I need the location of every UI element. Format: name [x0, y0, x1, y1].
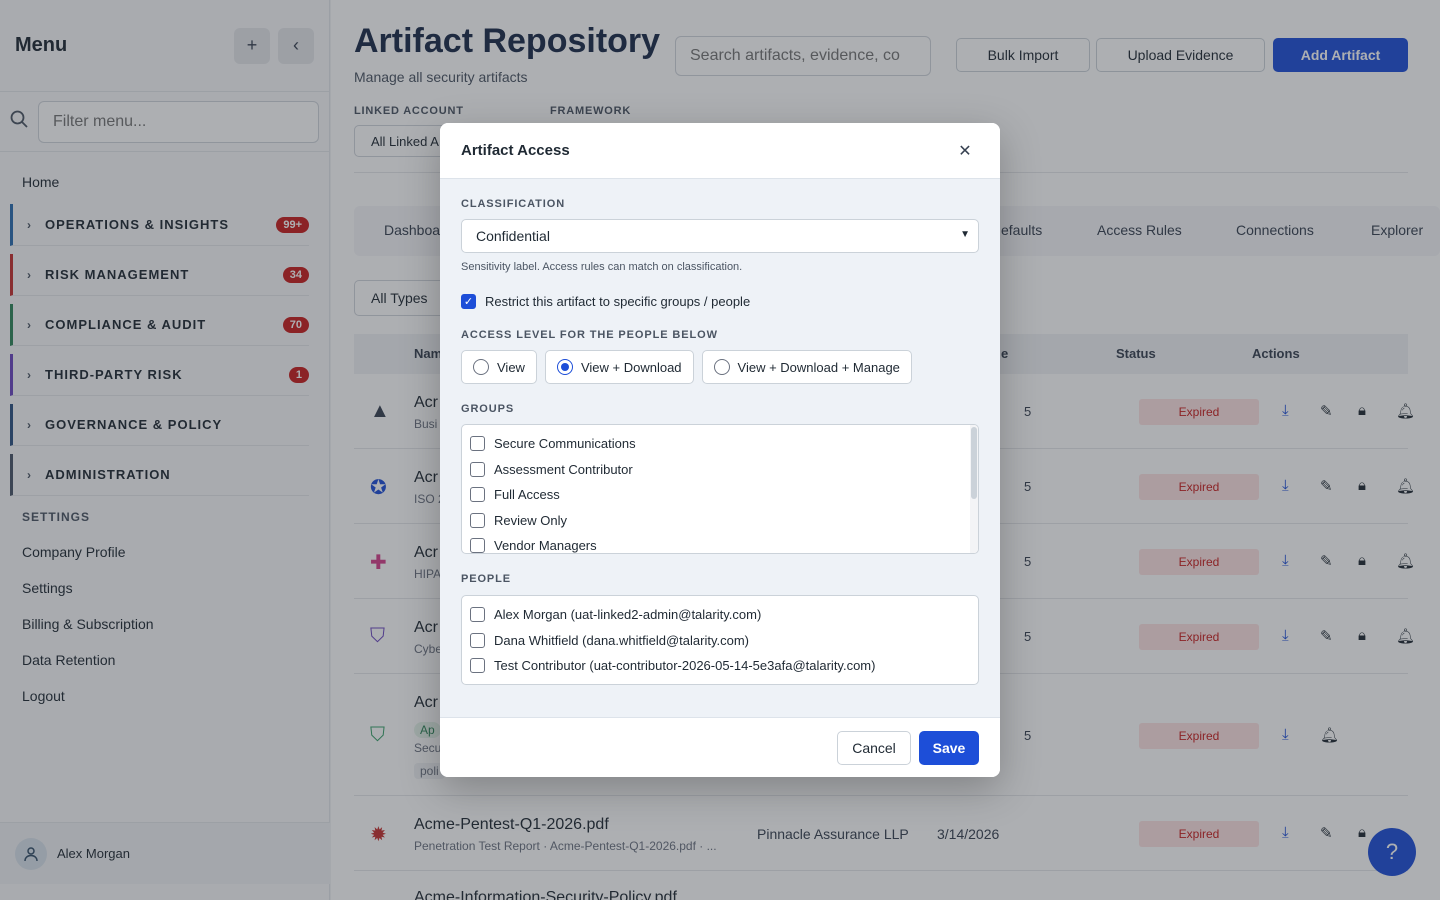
access-level-view-download-manage[interactable]: View + Download + Manage [701, 350, 912, 384]
group-label: Review Only [494, 512, 567, 528]
group-item[interactable]: Full Access [462, 482, 978, 508]
close-icon: ✕ [958, 142, 972, 160]
artifact-access-dialog: Artifact Access ✕ CLASSIFICATION Confide… [440, 123, 1000, 777]
person-item[interactable]: Dana Whitfield (dana.whitfield@talarity.… [462, 628, 978, 654]
radio-label: View [497, 359, 525, 375]
group-label: Assessment Contributor [494, 461, 633, 477]
person-checkbox[interactable] [470, 632, 485, 648]
classification-label: CLASSIFICATION [461, 198, 566, 210]
person-checkbox[interactable] [470, 658, 485, 674]
person-label: Dana Whitfield (dana.whitfield@talarity.… [494, 632, 749, 648]
dialog-title: Artifact Access [461, 142, 570, 159]
access-level-label: ACCESS LEVEL FOR THE PEOPLE BELOW [461, 329, 718, 341]
person-item[interactable]: Alex Morgan (uat-linked2-admin@talarity.… [462, 602, 978, 628]
access-level-group: View View + Download View + Download + M… [461, 350, 920, 384]
classification-hint: Sensitivity label. Access rules can matc… [461, 261, 743, 273]
group-checkbox[interactable] [470, 461, 485, 477]
radio-label: View + Download [580, 359, 682, 375]
person-label: Alex Morgan (uat-linked2-admin@talarity.… [494, 607, 762, 623]
person-label: Test Contributor (uat-contributor-2026-0… [494, 658, 876, 674]
group-label: Vendor Managers [494, 538, 597, 554]
people-list: Alex Morgan (uat-linked2-admin@talarity.… [461, 595, 979, 685]
radio-button[interactable] [473, 359, 489, 375]
restrict-checkbox-row[interactable]: ✓ Restrict this artifact to specific gro… [461, 294, 750, 309]
groups-label: GROUPS [461, 403, 515, 415]
group-checkbox[interactable] [470, 436, 485, 452]
dialog-header: Artifact Access ✕ [440, 123, 1000, 179]
group-checkbox[interactable] [470, 487, 485, 503]
person-checkbox[interactable] [470, 607, 485, 623]
close-button[interactable]: ✕ [951, 137, 979, 165]
groups-list: Secure Communications Assessment Contrib… [461, 424, 979, 554]
save-button[interactable]: Save [919, 731, 979, 765]
groups-scrollbar[interactable] [970, 425, 978, 553]
group-item[interactable]: Review Only [462, 508, 978, 534]
scrollbar-thumb[interactable] [971, 427, 977, 499]
group-label: Full Access [494, 487, 560, 503]
cancel-button[interactable]: Cancel [837, 731, 911, 765]
group-item[interactable]: Secure Communications [462, 431, 978, 457]
classification-select[interactable]: Confidential ▼ [461, 219, 979, 253]
restrict-label: Restrict this artifact to specific group… [485, 294, 751, 309]
group-label: Secure Communications [494, 436, 636, 452]
restrict-checkbox[interactable]: ✓ [461, 294, 476, 309]
group-checkbox[interactable] [470, 512, 485, 528]
group-item[interactable]: Assessment Contributor [462, 457, 978, 483]
radio-label: View + Download + Manage [737, 359, 900, 375]
dialog-footer: Cancel Save [440, 717, 1000, 777]
radio-button-selected[interactable] [556, 359, 573, 375]
chevron-down-icon: ▼ [960, 229, 970, 240]
group-checkbox[interactable] [470, 538, 485, 553]
classification-value: Confidential [476, 228, 550, 244]
group-item[interactable]: Vendor Managers [462, 533, 978, 554]
access-level-view-download[interactable]: View + Download [544, 350, 694, 384]
people-label: PEOPLE [461, 573, 512, 585]
radio-button[interactable] [713, 359, 730, 375]
access-level-view[interactable]: View [461, 350, 537, 384]
person-item[interactable]: Test Contributor (uat-contributor-2026-0… [462, 653, 978, 679]
